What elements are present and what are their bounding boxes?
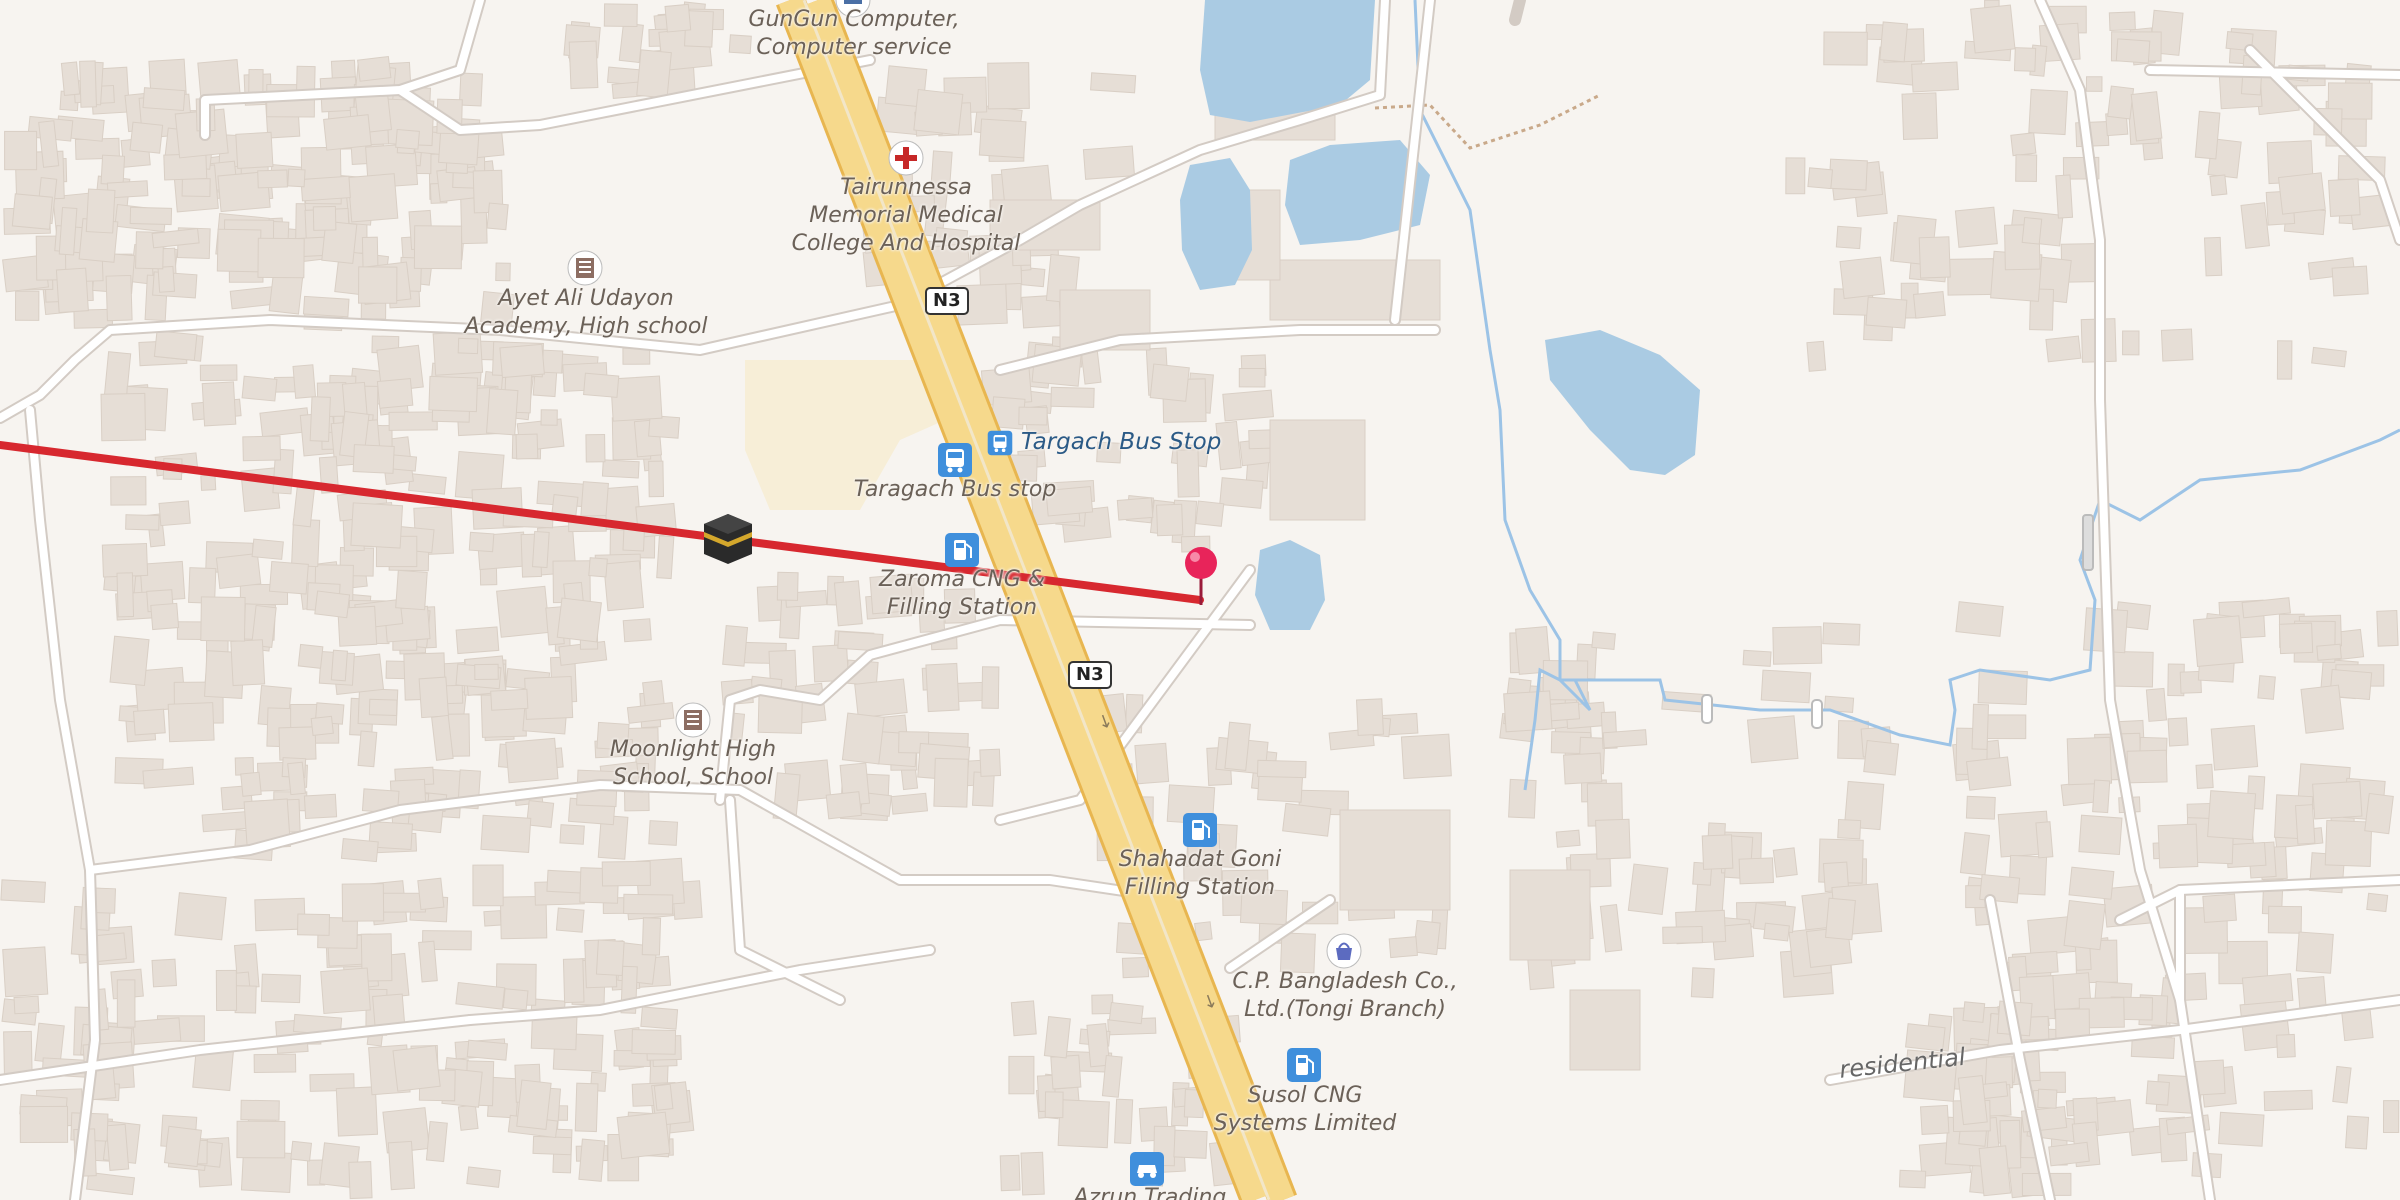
pond-center	[1255, 540, 1325, 630]
label-line: Tairunnessa	[840, 175, 972, 200]
place-label-moonlight-school[interactable]: Moonlight High School, School	[610, 736, 776, 792]
mosque-icon[interactable]	[700, 510, 756, 566]
bus-stop-icon[interactable]	[987, 430, 1013, 456]
bridge-markers	[1701, 514, 2094, 729]
label-line: Filling Station	[886, 595, 1038, 620]
fuel-station-icon[interactable]	[1286, 1047, 1322, 1083]
road-shield-n3: N3	[1068, 661, 1112, 689]
label-line: GunGun Computer,	[748, 7, 960, 32]
label-line: Zaroma CNG &	[879, 567, 1045, 592]
label-line: Filling Station	[1124, 875, 1276, 900]
label-line: School, School	[612, 765, 774, 790]
car-dealer-icon[interactable]	[1129, 1151, 1165, 1187]
pond-west	[1180, 158, 1252, 290]
road-shield-n3: N3	[925, 287, 969, 315]
fuel-station-icon[interactable]	[1182, 812, 1218, 848]
place-label-targach-bus-stop[interactable]: Targach Bus Stop	[1021, 428, 1221, 456]
fuel-station-icon[interactable]	[944, 532, 980, 568]
hospital-icon[interactable]	[888, 140, 924, 176]
place-label-azrun-trading[interactable]: Azrun Trading	[1074, 1184, 1227, 1200]
bus-stop-icon[interactable]	[937, 442, 973, 478]
label-line: Computer service	[756, 35, 952, 60]
label-line: Moonlight High	[609, 737, 777, 762]
shop-icon[interactable]	[1326, 933, 1362, 969]
label-line: Susol CNG	[1247, 1083, 1363, 1108]
location-pin-icon[interactable]	[1180, 545, 1222, 607]
lake-east	[1545, 330, 1700, 475]
label-line: Academy, High school	[464, 314, 708, 339]
school-icon[interactable]	[675, 702, 711, 738]
label-line: C.P. Bangladesh Co.,	[1232, 969, 1458, 994]
label-line: Shahadat Goni	[1118, 847, 1282, 872]
place-label-gungun-computer[interactable]: GunGun Computer, Computer service	[748, 6, 959, 62]
place-label-academy[interactable]: Ayet Ali Udayon Academy, High school	[465, 285, 708, 341]
label-line: Systems Limited	[1213, 1111, 1397, 1136]
place-label-zaroma-filling-station[interactable]: Zaroma CNG & Filling Station	[879, 566, 1045, 622]
map-canvas[interactable]: ↓ ↓ N3 N3 GunGun Computer, Computer serv…	[0, 0, 2400, 1200]
label-line: Ayet Ali Udayon	[498, 286, 674, 311]
label-line: College And Hospital	[791, 231, 1021, 256]
label-line: Ltd.(Tongi Branch)	[1244, 997, 1446, 1022]
label-line: Memorial Medical	[809, 203, 1003, 228]
place-label-shahadat-filling-station[interactable]: Shahadat Goni Filling Station	[1119, 846, 1281, 902]
place-label-cp-bangladesh[interactable]: C.P. Bangladesh Co., Ltd.(Tongi Branch)	[1232, 968, 1457, 1024]
place-label-susol-cng[interactable]: Susol CNG Systems Limited	[1214, 1082, 1397, 1138]
place-label-hospital[interactable]: Tairunnessa Memorial Medical College And…	[792, 174, 1021, 258]
place-label-taragach-bus-stop[interactable]: Taragach Bus stop	[854, 476, 1057, 504]
school-icon[interactable]	[567, 250, 603, 286]
